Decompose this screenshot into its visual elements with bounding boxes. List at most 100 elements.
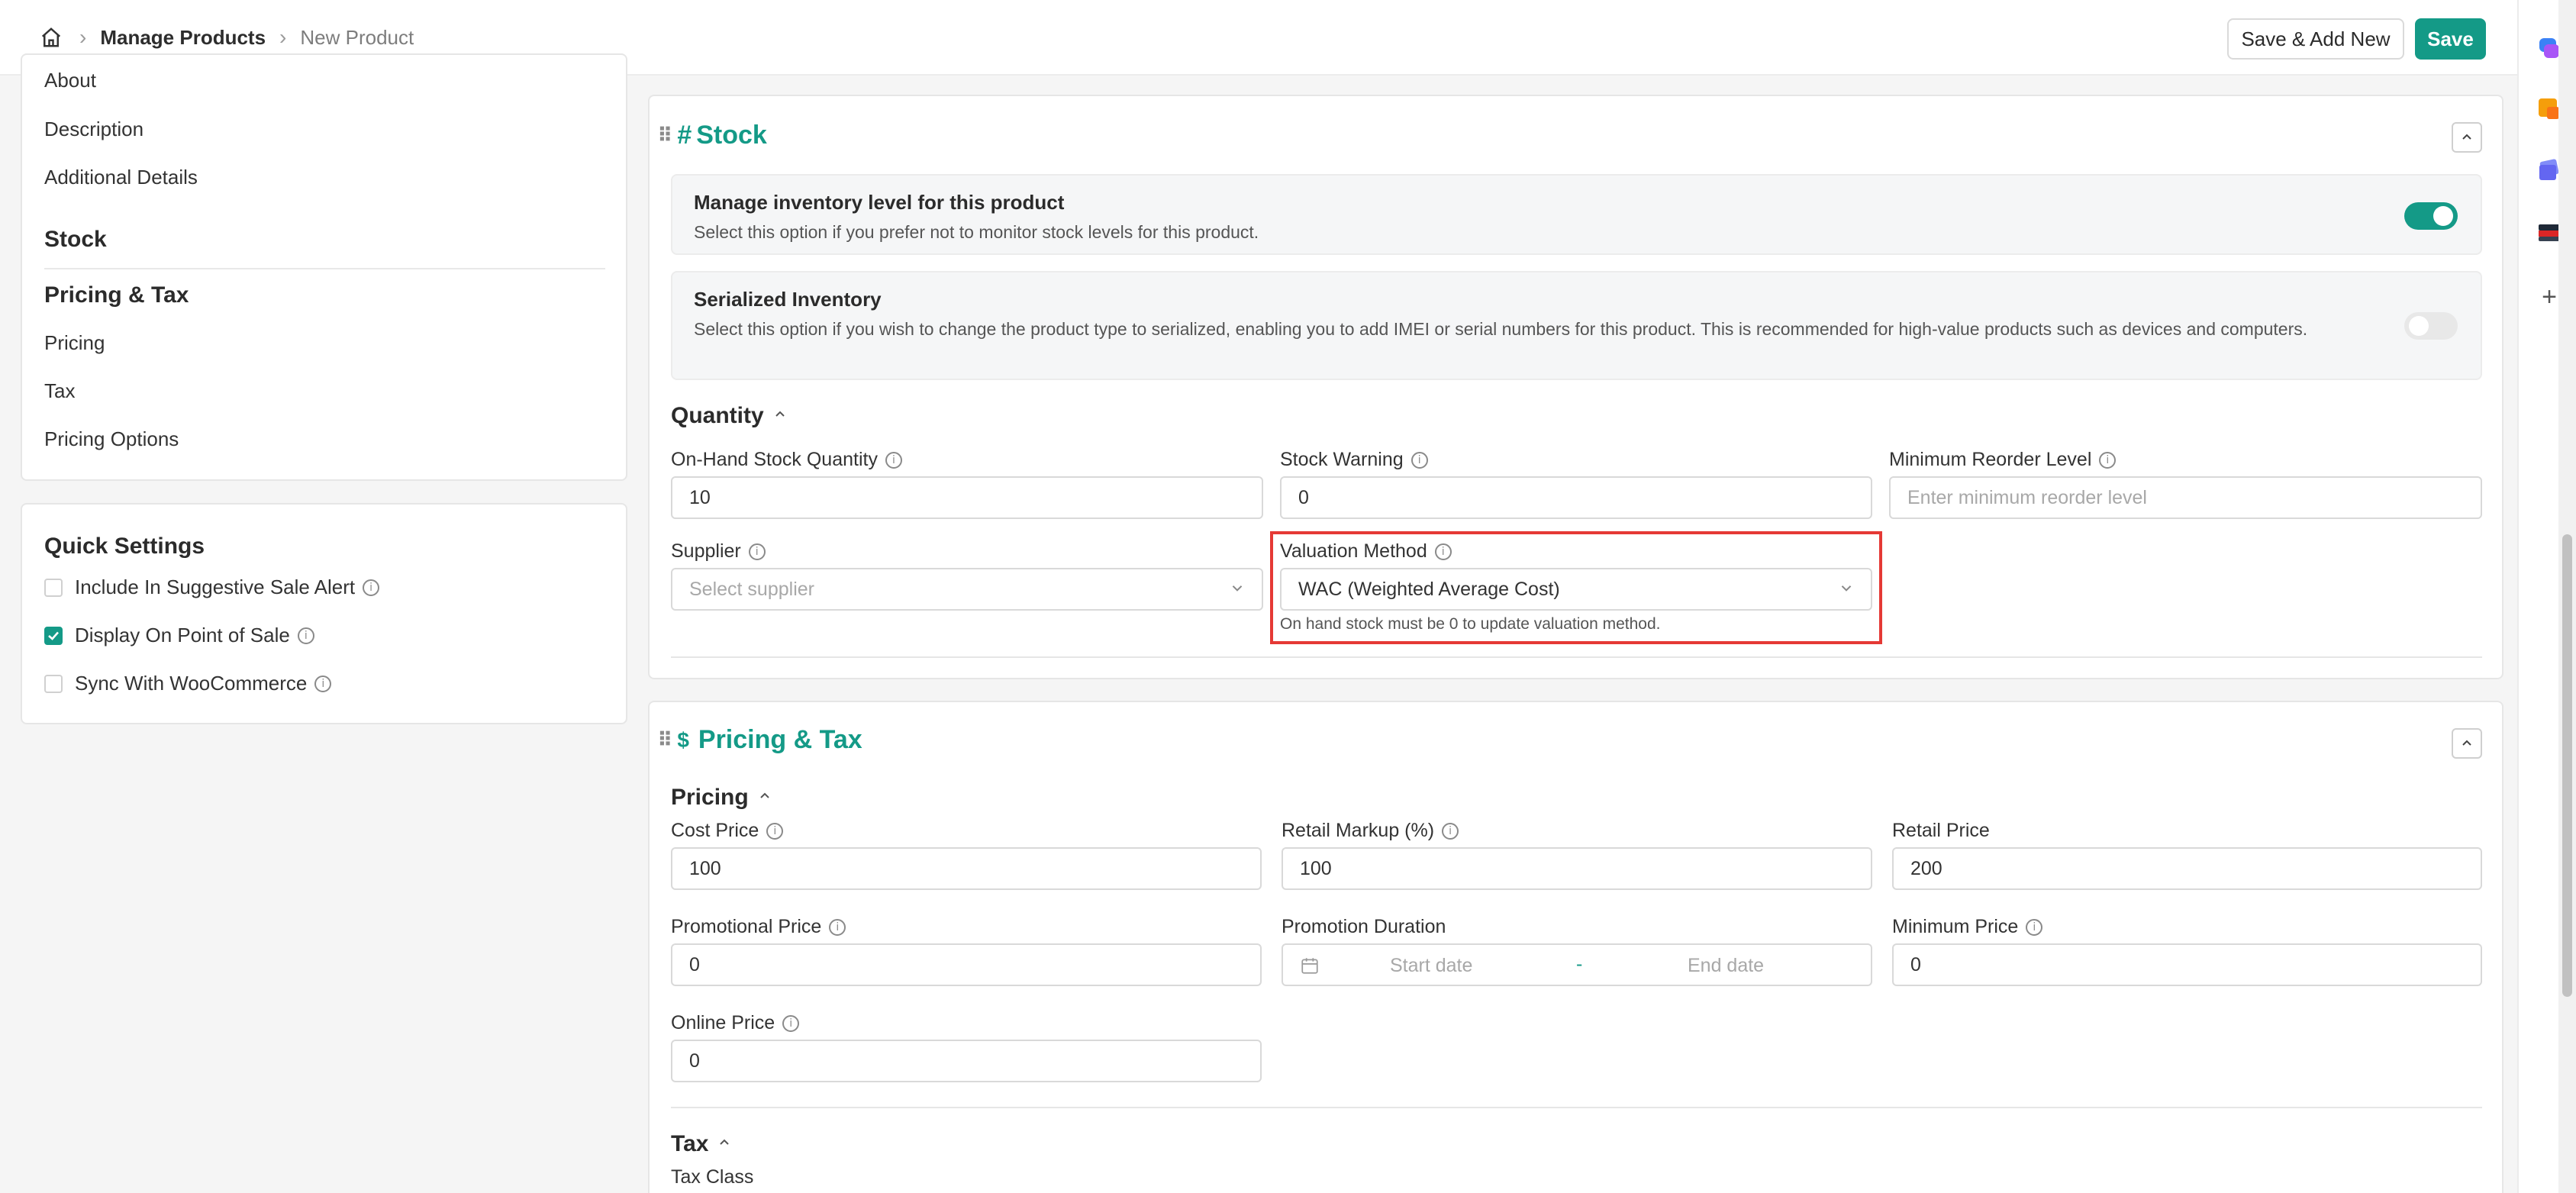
supplier-label: Supplier i (671, 540, 766, 563)
promotion-duration-range[interactable]: Start date - End date (1282, 943, 1872, 986)
chevron-up-icon (2462, 134, 2471, 140)
info-icon[interactable]: i (2099, 451, 2117, 469)
info-icon[interactable]: i (766, 822, 784, 840)
nav-pricing[interactable]: Pricing (44, 331, 105, 355)
online-price-label: Online Price i (671, 1012, 800, 1034)
pricing-heading-text: Pricing (671, 785, 749, 810)
supplier-select[interactable]: Select supplier (671, 568, 1263, 611)
info-icon[interactable]: i (885, 451, 902, 469)
tax-heading[interactable]: Tax (671, 1131, 731, 1157)
stock-warning-input[interactable]: 0 (1280, 476, 1872, 519)
valuation-method-select[interactable]: WAC (Weighted Average Cost) (1280, 568, 1872, 611)
info-icon[interactable]: i (829, 918, 846, 936)
calendar-icon (1300, 956, 1320, 981)
quick-settings-card: Quick Settings Include In Suggestive Sal… (21, 503, 627, 724)
home-icon[interactable] (40, 24, 66, 50)
quantity-heading-text: Quantity (671, 403, 764, 428)
on-hand-label: On-Hand Stock Quantity i (671, 449, 902, 471)
valuation-method-label: Valuation Method i (1280, 540, 1452, 563)
retail-price-label: Retail Price (1892, 820, 1990, 841)
info-icon[interactable]: i (782, 1014, 800, 1032)
nav-description[interactable]: Description (44, 118, 143, 141)
drag-handle-icon[interactable]: ⠿ (657, 728, 672, 752)
cost-price-input[interactable]: 100 (671, 847, 1262, 890)
pricing-tax-section-title: ⠿ $ Pricing & Tax (657, 725, 862, 755)
save-button[interactable]: Save (2415, 18, 2486, 60)
breadcrumb: › Manage Products › New Product (40, 24, 414, 50)
on-hand-quantity-input[interactable]: 10 (671, 476, 1263, 519)
retail-markup-input[interactable]: 100 (1282, 847, 1872, 890)
promotional-price-input[interactable]: 0 (671, 943, 1262, 986)
valuation-hint: On hand stock must be 0 to update valuat… (1280, 615, 1661, 633)
promotional-price-label: Promotional Price i (671, 916, 846, 938)
tax-class-label: Tax Class (671, 1166, 754, 1188)
scrollbar-thumb[interactable] (2562, 534, 2572, 997)
nav-pricing-tax[interactable]: Pricing & Tax (44, 282, 189, 308)
info-icon[interactable]: i (1411, 451, 1428, 469)
checkbox[interactable] (44, 674, 63, 693)
minimum-price-input[interactable]: 0 (1892, 943, 2482, 986)
quantity-heading[interactable]: Quantity (671, 403, 787, 429)
chevron-up-icon (773, 408, 787, 425)
nav-about[interactable]: About (44, 69, 96, 92)
option-label: Display On Point of Sale (75, 624, 290, 646)
nav-additional-details[interactable]: Additional Details (44, 166, 198, 189)
end-date-input[interactable]: End date (1688, 955, 1764, 977)
collapse-stock-button[interactable] (2452, 122, 2482, 153)
serialized-inventory-toggle[interactable] (2404, 312, 2458, 340)
stock-divider (671, 656, 2482, 658)
collapse-pricing-button[interactable] (2452, 728, 2482, 759)
pricing-tax-section: ⠿ $ Pricing & Tax Pricing Cost Price i 10… (648, 701, 2503, 1193)
quick-settings-title: Quick Settings (44, 534, 205, 559)
manage-inventory-option: Manage inventory level for this product … (671, 174, 2482, 255)
manage-inventory-title: Manage inventory level for this product (694, 191, 1065, 214)
info-icon[interactable]: i (1434, 543, 1452, 560)
nav-tax[interactable]: Tax (44, 379, 75, 403)
retail-price-input[interactable]: 200 (1892, 847, 2482, 890)
serialized-inventory-desc: Select this option if you wish to change… (694, 319, 2308, 339)
retail-markup-label: Retail Markup (%) i (1282, 820, 1459, 842)
option-sync-woocommerce[interactable]: Sync With WooCommerce i (44, 672, 332, 695)
min-reorder-label: Minimum Reorder Level i (1889, 449, 2117, 471)
nav-stock[interactable]: Stock (44, 227, 107, 253)
manage-inventory-desc: Select this option if you prefer not to … (694, 222, 1259, 242)
chevron-up-icon (717, 1136, 731, 1153)
info-icon[interactable]: i (2026, 918, 2043, 936)
chevron-right-icon: › (279, 25, 287, 49)
nav-pricing-options[interactable]: Pricing Options (44, 427, 179, 451)
option-suggestive-sale-alert[interactable]: Include In Suggestive Sale Alert i (44, 576, 380, 599)
chevron-up-icon (2462, 740, 2471, 746)
stock-title-text: Stock (696, 121, 767, 150)
checkbox-checked[interactable] (44, 626, 63, 645)
pricing-tax-title-text: Pricing & Tax (698, 725, 862, 754)
drag-handle-icon[interactable]: ⠿ (657, 124, 672, 147)
info-icon[interactable]: i (314, 675, 332, 692)
start-date-input[interactable]: Start date (1390, 955, 1472, 977)
chevron-up-icon (758, 789, 772, 807)
save-and-add-new-button[interactable]: Save & Add New (2227, 18, 2404, 60)
pricing-heading[interactable]: Pricing (671, 785, 772, 811)
chevron-right-icon: › (79, 25, 87, 49)
stock-warning-label: Stock Warning i (1280, 449, 1428, 471)
option-label: Sync With WooCommerce (75, 672, 308, 695)
breadcrumb-manage-products[interactable]: Manage Products (100, 26, 266, 50)
serialized-inventory-option: Serialized Inventory Select this option … (671, 271, 2482, 380)
hash-icon: # (677, 121, 692, 150)
scrollbar[interactable] (2558, 0, 2576, 1193)
pricing-divider (671, 1107, 2482, 1108)
manage-inventory-toggle[interactable] (2404, 202, 2458, 230)
info-icon[interactable]: i (1442, 822, 1459, 840)
info-icon[interactable]: i (363, 579, 380, 596)
min-reorder-input[interactable]: Enter minimum reorder level (1889, 476, 2482, 519)
promotion-duration-label: Promotion Duration (1282, 916, 1446, 937)
info-icon[interactable]: i (748, 543, 766, 560)
option-display-on-pos[interactable]: Display On Point of Sale i (44, 624, 314, 647)
breadcrumb-current: New Product (300, 25, 414, 49)
section-nav-card: About Description Additional Details Sto… (21, 53, 627, 481)
checkbox[interactable] (44, 578, 63, 597)
online-price-input[interactable]: 0 (671, 1040, 1262, 1082)
stock-section: ⠿ # Stock Manage inventory level for thi… (648, 95, 2503, 679)
valuation-method-value: WAC (Weighted Average Cost) (1298, 578, 1560, 600)
serialized-inventory-title: Serialized Inventory (694, 288, 882, 311)
info-icon[interactable]: i (297, 627, 314, 644)
